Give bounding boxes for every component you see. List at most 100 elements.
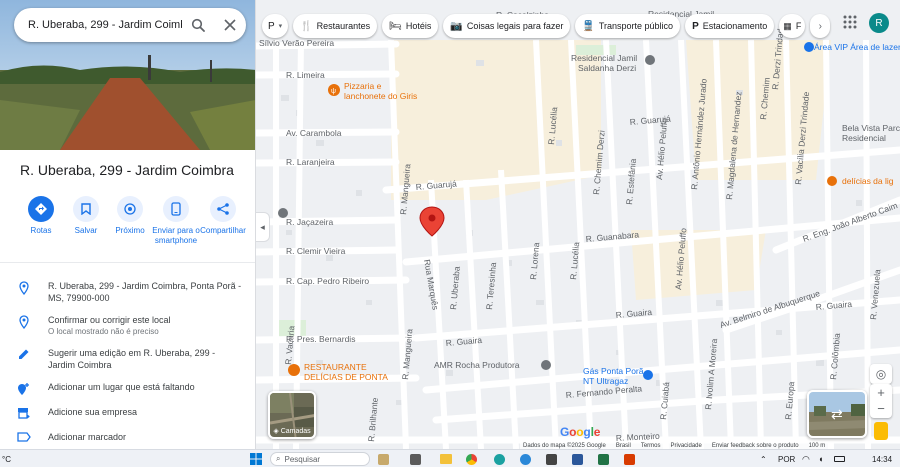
chip-icon: ▦ <box>783 20 792 31</box>
account-avatar[interactable]: R <box>869 13 889 33</box>
chip-label: P <box>268 20 275 32</box>
action-label: Salvar <box>74 226 98 235</box>
nearby-icon <box>117 196 143 222</box>
chip-label: Restaurantes <box>316 21 371 31</box>
add-business-text: Adicione sua empresa <box>48 407 138 417</box>
avatar-initial: R <box>875 17 883 29</box>
google-logo: Google <box>560 425 601 439</box>
app-icon[interactable] <box>624 453 635 465</box>
wifi-icon[interactable]: ◠ <box>802 453 810 465</box>
svg-text:DELÍCIAS DE PONTA: DELÍCIAS DE PONTA <box>304 372 388 382</box>
file-explorer-icon[interactable] <box>440 453 452 465</box>
save-button[interactable]: Salvar <box>61 196 111 236</box>
suggest-edit-text: Sugerir uma edição em R. Uberaba, 299 - … <box>48 348 216 370</box>
add-location-icon <box>0 381 48 396</box>
map-canvas[interactable]: Sílvio Verão Pereira R. Limeira Av. Cara… <box>256 0 900 449</box>
zoom-out-button[interactable]: − <box>877 401 885 417</box>
layers-label: Camadas <box>280 427 311 435</box>
task-view-icon[interactable] <box>410 453 421 465</box>
search-box[interactable]: R. Uberaba, 299 - Jardim Coimbra <box>14 8 246 42</box>
svg-text:Área VIP Área de lazer: Área VIP Área de lazer <box>814 42 900 52</box>
add-place-row[interactable]: Adicionar um lugar que está faltando <box>0 381 255 396</box>
battery-icon[interactable] <box>834 453 845 465</box>
app-icon[interactable] <box>520 453 531 465</box>
chips-next-button[interactable]: › <box>810 14 831 38</box>
place-photo[interactable]: R. Uberaba, 299 - Jardim Coimbra <box>0 0 255 150</box>
chip-transporte[interactable]: 🚆 Transporte público <box>575 14 681 38</box>
camera-icon: 📷 <box>450 20 463 32</box>
pegman-icon[interactable] <box>874 422 888 440</box>
zoom-controls: + − <box>870 384 892 418</box>
excel-icon[interactable] <box>598 453 609 465</box>
chip-coisas-legais[interactable]: 📷 Coisas legais para fazer <box>443 14 571 38</box>
volume-icon[interactable]: ◖ <box>818 453 823 465</box>
add-label-row[interactable]: Adicionar marcador <box>0 431 255 443</box>
search-icon[interactable] <box>182 8 214 42</box>
zoom-in-button[interactable]: + <box>877 385 885 401</box>
svg-text:RESTAURANTE: RESTAURANTE <box>304 362 367 372</box>
confirm-location-subtext: O local mostrado não é preciso <box>48 327 159 336</box>
place-title: R. Uberaba, 299 - Jardim Coimbra <box>20 162 234 178</box>
send-to-phone-button[interactable]: Enviar para o smartphone <box>150 196 202 246</box>
my-location-icon: ◎ <box>875 367 887 381</box>
place-actions: Rotas Salvar Próximo Enviar para o smart… <box>6 196 254 258</box>
chip-estacionamento[interactable]: P Estacionamento <box>685 14 775 38</box>
map-label-street: Av. Carambola <box>286 128 342 138</box>
weather-widget[interactable]: °C <box>2 453 11 465</box>
chevron-down-icon: ▾ <box>278 23 283 30</box>
suggest-edit-row[interactable]: Sugerir uma edição em R. Uberaba, 299 - … <box>0 347 255 371</box>
svg-text:delícias da lig: delícias da lig <box>842 176 894 186</box>
chip-parking-partial[interactable]: P ▾ <box>262 14 289 38</box>
svg-text:Gás Ponta Porã: Gás Ponta Porã <box>583 366 644 376</box>
address-row[interactable]: R. Uberaba, 299 - Jardim Coimbra, Ponta … <box>0 280 255 304</box>
street-view-thumbnail[interactable]: ⇄ <box>807 390 867 438</box>
map-label-street: R. Limeira <box>286 70 325 80</box>
chip-more-partial[interactable]: ▦ F <box>779 14 806 38</box>
apps-grid-icon[interactable] <box>842 14 858 30</box>
windows-start-icon[interactable] <box>250 453 262 465</box>
add-business-row[interactable]: Adicione sua empresa <box>0 406 255 419</box>
collapse-panel-button[interactable]: ◂ <box>256 212 270 242</box>
nearby-button[interactable]: Próximo <box>105 196 155 236</box>
layers-icon: ◈ <box>273 428 279 435</box>
chip-label: Hotéis <box>405 21 432 31</box>
chrome-icon[interactable] <box>466 453 477 465</box>
svg-text:Residencial Jamil: Residencial Jamil <box>571 53 637 63</box>
location-pin-outline-icon <box>0 314 48 338</box>
map-label-street: Sílvio Verão Pereira <box>259 38 334 48</box>
chip-restaurantes[interactable]: 🍴 Restaurantes <box>293 14 378 38</box>
svg-text:Pizzaria e: Pizzaria e <box>344 81 382 91</box>
category-chips: P ▾ 🍴 Restaurantes 🛏 Hotéis 📷 Coisas leg… <box>262 14 831 38</box>
map-label-street: R. Clemir Vieira <box>286 246 346 256</box>
tray-chevron-icon[interactable]: ⌃ <box>760 453 767 465</box>
search-input[interactable]: R. Uberaba, 299 - Jardim Coimbra <box>28 19 182 31</box>
restaurant-icon: 🍴 <box>300 20 313 32</box>
phone-icon <box>163 196 189 222</box>
poi-generic[interactable] <box>278 208 288 218</box>
confirm-location-row[interactable]: Confirmar ou corrigir este local O local… <box>0 314 255 338</box>
close-icon[interactable] <box>214 8 246 42</box>
edge-icon[interactable] <box>494 453 505 465</box>
chip-hoteis[interactable]: 🛏 Hotéis <box>382 14 439 38</box>
layers-button[interactable]: ◈ Camadas <box>268 391 316 439</box>
place-panel: R. Uberaba, 299 - Jardim Coimbra R. Uber… <box>0 0 256 449</box>
map-label-street: R. Cap. Pedro Ribeiro <box>286 276 369 286</box>
app-icon[interactable] <box>546 453 557 465</box>
svg-text:ψ: ψ <box>331 88 336 95</box>
taskbar-search[interactable]: ⌕ Pesquisar <box>270 452 370 466</box>
my-location-button[interactable]: ◎ <box>870 364 892 384</box>
widgets-icon[interactable] <box>378 453 389 465</box>
word-icon[interactable] <box>572 453 583 465</box>
chip-label: Transporte público <box>598 21 674 31</box>
directions-button[interactable]: Rotas <box>16 196 66 236</box>
poi-area-vip[interactable]: Área VIP Área de lazer <box>804 42 900 52</box>
chip-label: F <box>795 21 802 31</box>
map-label-street: R. Jaçazeira <box>286 217 334 227</box>
share-button[interactable]: Compartilhar <box>196 196 250 236</box>
temperature-text: °C <box>2 454 11 464</box>
language-indicator[interactable]: POR <box>778 453 795 465</box>
add-place-text: Adicionar um lugar que está faltando <box>48 382 195 392</box>
svg-text:AMR Rocha Produtora: AMR Rocha Produtora <box>434 360 520 370</box>
svg-text:Residencial: Residencial <box>842 133 886 143</box>
clock[interactable]: 14:34 <box>872 453 892 465</box>
